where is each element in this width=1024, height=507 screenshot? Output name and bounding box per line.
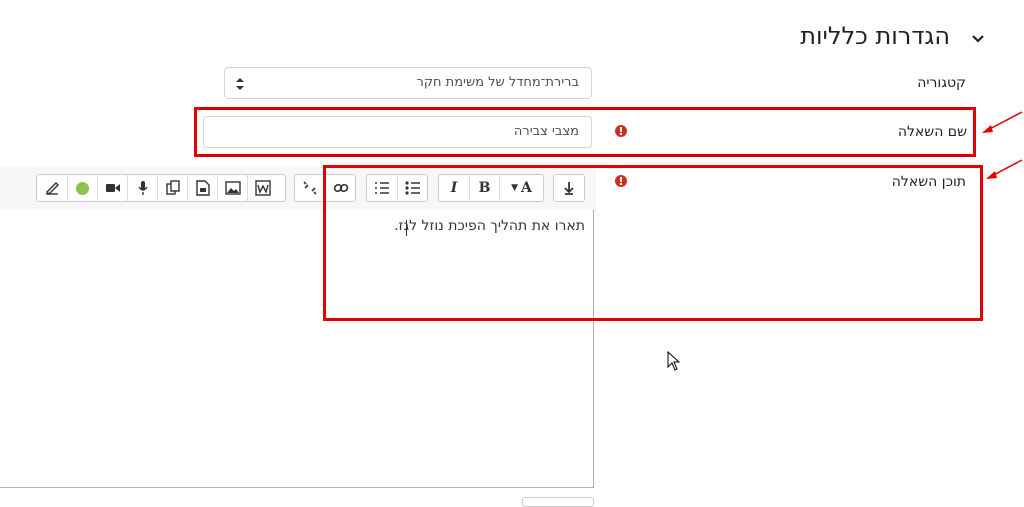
mouse-cursor-icon [667,351,681,371]
accessibility-icon[interactable] [37,175,67,201]
emoji-icon[interactable] [67,175,97,201]
toolbar-group-media [36,174,286,202]
select-arrows-icon [236,78,244,90]
editor-footer-control[interactable] [522,497,594,507]
highlight-box-question-text [323,165,983,321]
image-icon[interactable] [217,175,247,201]
media-icon[interactable] [187,175,217,201]
category-label: קטגוריה [917,75,966,91]
video-icon[interactable] [97,175,127,201]
category-value: ברירת־מחדל של משימת חקר [416,75,579,90]
section-title: הגדרות כלליות [800,22,950,50]
category-select[interactable]: ברירת־מחדל של משימת חקר [224,67,592,99]
unlink-icon[interactable] [295,175,325,201]
microphone-icon[interactable] [127,175,157,201]
annotation-arrows [982,111,1023,179]
chevron-down-icon[interactable] [970,31,986,47]
word-paste-icon[interactable] [247,175,277,201]
highlight-box-question-name [194,107,976,157]
copy-icon[interactable] [157,175,187,201]
